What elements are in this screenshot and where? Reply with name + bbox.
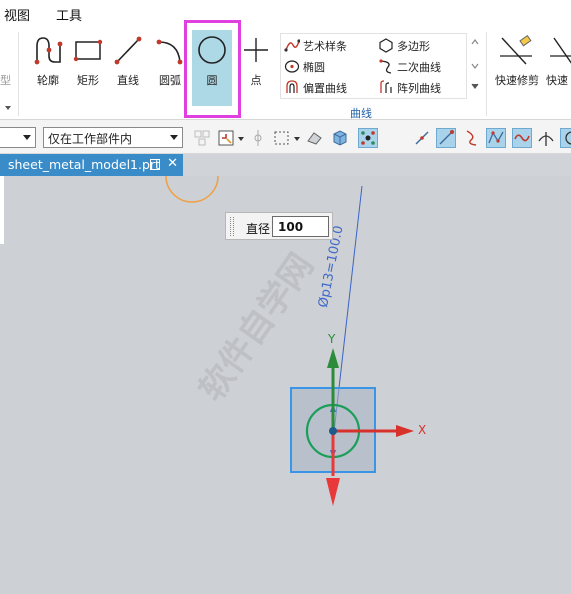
quick-trim-button[interactable]: 快速修剪 <box>492 30 542 94</box>
menu-view[interactable]: 视图 <box>4 5 30 24</box>
line-button[interactable]: 直线 <box>108 30 148 94</box>
assembly-filter-icon[interactable] <box>192 128 212 148</box>
line-snap-icon[interactable] <box>412 128 432 148</box>
ribbon-separator <box>486 32 487 116</box>
x-axis-label: X <box>418 423 427 437</box>
studio-spline-icon <box>284 39 300 52</box>
close-tab-icon[interactable]: ✕ <box>167 156 178 171</box>
tangent-snap-icon[interactable] <box>462 128 482 148</box>
type-filter-dropdown[interactable] <box>0 127 36 148</box>
point-icon <box>244 38 268 62</box>
rectangle-button[interactable]: 矩形 <box>68 30 108 94</box>
curve-group-label: 曲线 <box>350 107 372 120</box>
ribbon: 型 轮廓 矩形 直线 圆弧 圆 点 艺术样条 多边形 椭圆 二次曲线 偏置曲线 … <box>0 28 571 120</box>
document-tab-title: sheet_metal_model1.prt <box>8 157 160 172</box>
intersection-snap-icon[interactable] <box>536 128 556 148</box>
diameter-label: 直径 <box>246 222 271 236</box>
group-expand-icon[interactable] <box>5 106 11 110</box>
snap-dropdown-icon[interactable] <box>238 137 244 141</box>
profile-label: 轮廓 <box>37 74 59 87</box>
y-axis-label: Y <box>328 332 336 346</box>
diameter-input-box: 直径 <box>225 212 333 240</box>
shaded-view-icon[interactable] <box>330 128 350 148</box>
pattern-curve-label: 阵列曲线 <box>397 82 441 95</box>
arc-icon <box>156 39 183 65</box>
conic-label: 二次曲线 <box>397 61 441 74</box>
studio-spline-button[interactable]: 艺术样条 <box>284 35 374 55</box>
origin-point[interactable] <box>329 427 337 435</box>
polygon-icon <box>379 38 393 53</box>
selection-scope-dropdown[interactable]: 仅在工作部件内 <box>43 127 183 148</box>
ellipse-button[interactable]: 椭圆 <box>284 56 374 76</box>
drag-grip-icon[interactable] <box>230 217 234 236</box>
conic-button[interactable]: 二次曲线 <box>378 56 464 76</box>
menu-tools[interactable]: 工具 <box>56 5 82 24</box>
quick-trim-label: 快速修剪 <box>495 74 539 87</box>
y-axis-arrow-icon[interactable] <box>327 348 339 368</box>
circle-center-snap-icon[interactable] <box>560 128 571 148</box>
ellipse-icon <box>284 60 300 73</box>
eraser-icon[interactable] <box>304 128 324 148</box>
existing-arc[interactable] <box>165 176 219 203</box>
pattern-curve-button[interactable]: 阵列曲线 <box>378 77 464 97</box>
polygon-button[interactable]: 多边形 <box>378 35 464 55</box>
point-snap-icon[interactable] <box>248 128 268 148</box>
pin-icon[interactable] <box>150 159 160 170</box>
x-axis-arrow-icon[interactable] <box>396 425 414 437</box>
z-axis-arrow-icon[interactable] <box>326 478 340 506</box>
conic-icon <box>379 59 392 74</box>
highlight-annotation <box>184 20 241 118</box>
rectangle-icon <box>73 39 103 62</box>
quick-trim-icon <box>500 34 532 65</box>
selection-toolbar: 仅在工作部件内 <box>0 120 571 154</box>
quick-extend-label: 快速 <box>546 74 568 87</box>
line-label: 直线 <box>117 74 139 87</box>
curve-snap-icon[interactable] <box>512 128 532 148</box>
snap-toggle-icon[interactable] <box>216 128 236 148</box>
left-partial-label: 型 <box>0 74 11 87</box>
pattern-curve-icon <box>380 80 392 93</box>
box-select-icon[interactable] <box>272 128 292 148</box>
polygon-label: 多边形 <box>397 40 430 53</box>
quick-extend-icon <box>550 37 571 64</box>
studio-spline-label: 艺术样条 <box>303 40 347 53</box>
profile-icon <box>34 37 63 65</box>
rectangle-label: 矩形 <box>77 74 99 87</box>
selection-scope-value: 仅在工作部件内 <box>48 132 133 146</box>
ribbon-separator <box>18 32 19 116</box>
ellipse-label: 椭圆 <box>303 61 325 74</box>
profile-button[interactable]: 轮廓 <box>28 30 68 94</box>
box-select-dropdown-icon[interactable] <box>294 137 300 141</box>
spline-snap-icon[interactable] <box>486 128 506 148</box>
point-button[interactable]: 点 <box>236 30 276 94</box>
line-icon <box>114 36 142 65</box>
endpoint-snap-icon[interactable] <box>436 128 456 148</box>
offset-curve-button[interactable]: 偏置曲线 <box>284 77 374 97</box>
menu-bar: 视图 工具 <box>0 0 571 28</box>
gallery-scroll[interactable] <box>470 38 480 94</box>
offset-curve-label: 偏置曲线 <box>303 82 347 95</box>
point-label: 点 <box>250 74 262 87</box>
offset-curve-icon <box>286 80 298 93</box>
quick-extend-button[interactable]: 快速 <box>544 30 571 94</box>
document-tab-bar: sheet_metal_model1.prt ✕ <box>0 154 571 176</box>
graphics-window[interactable]: Øp13=100.0 X Y 软件自学网 直径 <box>0 176 571 594</box>
constraint-icon[interactable] <box>358 128 378 148</box>
document-tab[interactable]: sheet_metal_model1.prt ✕ <box>0 154 183 176</box>
diameter-input[interactable] <box>272 216 329 237</box>
